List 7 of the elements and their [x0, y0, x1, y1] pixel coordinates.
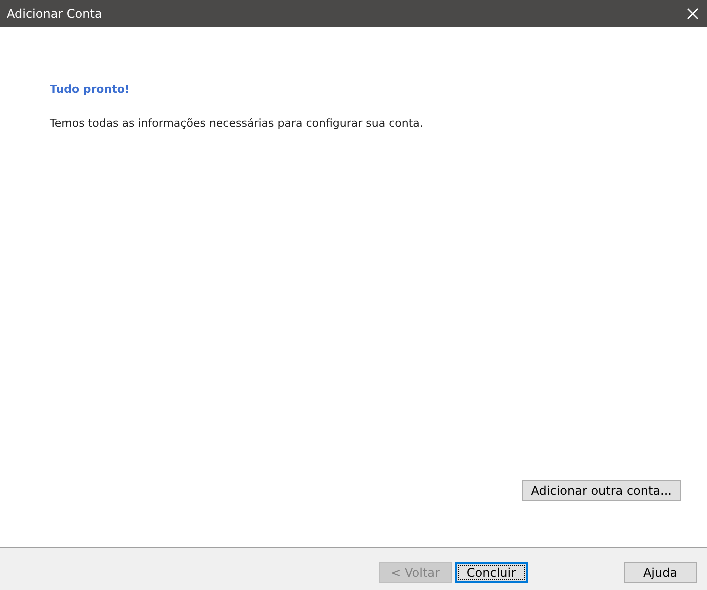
window-title: Adicionar Conta: [7, 6, 102, 22]
add-account-button[interactable]: Adicionar outra conta...: [522, 480, 681, 501]
message: Temos todas as informações necessárias para configurar sua conta.: [50, 116, 424, 132]
help-button[interactable]: Ajuda: [624, 562, 697, 583]
finish-button[interactable]: Concluir: [455, 562, 528, 583]
close-icon[interactable]: [687, 8, 699, 20]
heading: Tudo pronto!: [50, 82, 131, 98]
